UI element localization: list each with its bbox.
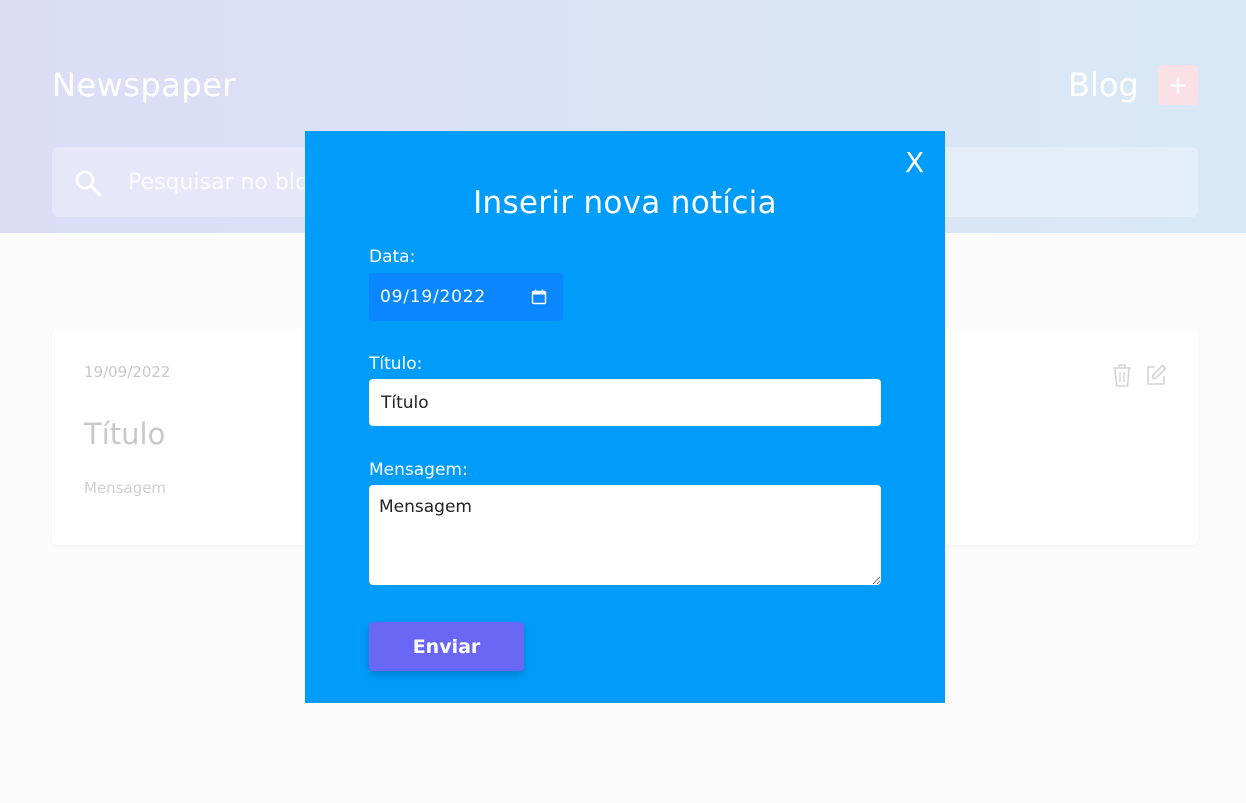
title-input[interactable] xyxy=(369,379,881,426)
date-value: 09/19/2022 xyxy=(380,287,486,307)
blog-title: Blog xyxy=(1068,66,1139,104)
submit-button[interactable]: Enviar xyxy=(369,622,524,671)
date-label: Data: xyxy=(369,247,416,267)
card-title: Título xyxy=(84,417,166,451)
add-news-button[interactable]: + xyxy=(1158,65,1198,105)
message-textarea[interactable]: Mensagem xyxy=(369,485,881,585)
modal-title: Inserir nova notícia xyxy=(473,185,777,221)
insert-news-modal: X Inserir nova notícia Data: 09/19/2022 … xyxy=(305,131,945,703)
brand-title: Newspaper xyxy=(52,66,237,104)
message-label: Mensagem: xyxy=(369,460,468,480)
trash-icon[interactable] xyxy=(1110,362,1134,388)
card-message: Mensagem xyxy=(84,479,167,497)
search-icon xyxy=(75,170,102,197)
page: Newspaper Blog + 19/09/2022 Título Mensa… xyxy=(0,0,1246,803)
date-input[interactable]: 09/19/2022 xyxy=(369,273,563,321)
calendar-icon[interactable] xyxy=(531,289,547,305)
close-modal-button[interactable]: X xyxy=(905,147,924,179)
title-label: Título: xyxy=(369,354,423,374)
edit-icon[interactable] xyxy=(1144,363,1168,387)
card-date: 19/09/2022 xyxy=(84,363,171,381)
